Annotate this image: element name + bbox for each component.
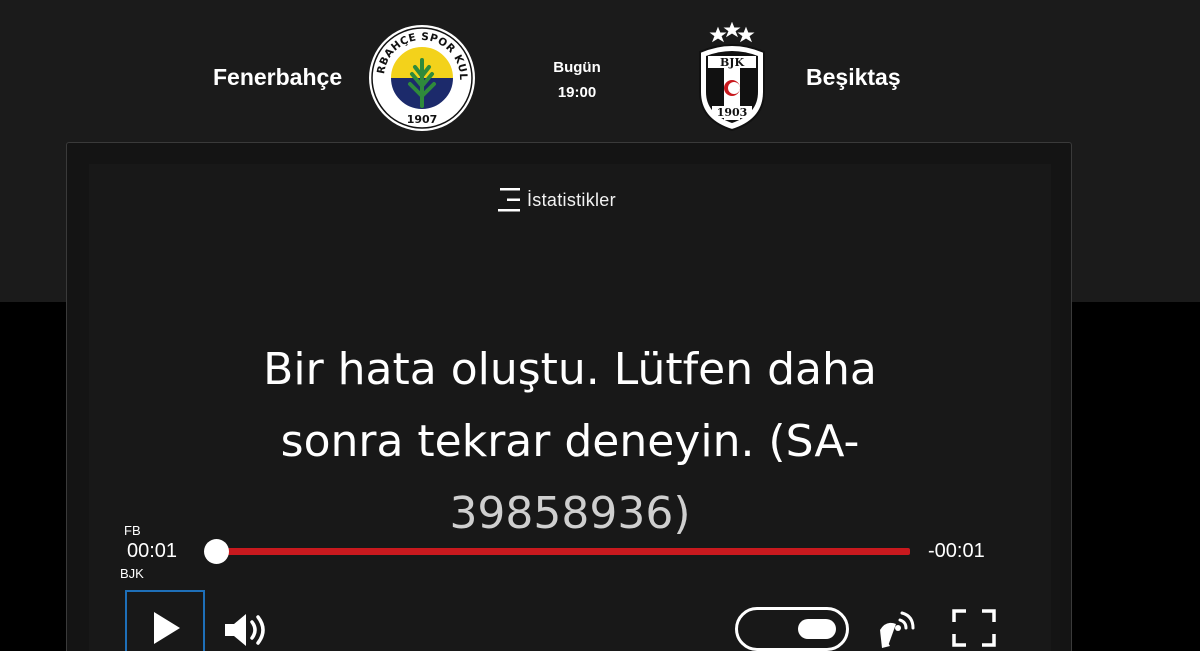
current-time: 00:01 [127,540,178,562]
volume-icon [225,614,265,646]
cast-button[interactable] [876,608,918,650]
progress-bar[interactable] [216,548,910,555]
away-timeline-label: BJK [120,566,144,581]
match-kickoff: 19:00 [557,84,597,101]
home-crest-year: 1907 [407,113,438,126]
cast-icon [880,611,915,648]
statistics-button[interactable]: İstatistikler [497,186,616,214]
play-button[interactable] [125,590,205,651]
away-team-crest: BJK 1903 [699,22,765,132]
volume-button[interactable] [222,610,270,650]
page: Fenerbahçe FENERBAHÇE SPOR KULÜBÜ 1907 B… [0,0,1200,651]
away-crest-text: BJK [720,56,745,69]
home-timeline-label: FB [124,523,141,538]
home-team-name: Fenerbahçe [213,64,343,90]
fullscreen-icon [952,609,996,647]
mode-toggle[interactable] [735,607,849,651]
play-icon [154,612,180,644]
error-message: Bir hata oluştu. Lütfen daha sonra tekra… [230,334,910,550]
menu-lines-icon [498,188,520,212]
progress-thumb[interactable] [204,539,229,564]
remaining-time: -00:01 [928,540,985,562]
match-day: Bugün [553,59,601,76]
away-team-name: Beşiktaş [806,64,901,90]
away-crest-year: 1903 [717,106,748,119]
error-line-3: 39858936) [449,488,691,539]
error-line-1: Bir hata oluştu. Lütfen daha [263,344,877,395]
statistics-label: İstatistikler [527,189,616,210]
toggle-icon [798,619,836,639]
home-team-crest: FENERBAHÇE SPOR KULÜBÜ 1907 [368,24,475,131]
error-line-2: sonra tekrar deneyin. (SA- [280,416,860,467]
fullscreen-button[interactable] [950,608,998,648]
match-time: Bugün 19:00 [540,55,614,105]
